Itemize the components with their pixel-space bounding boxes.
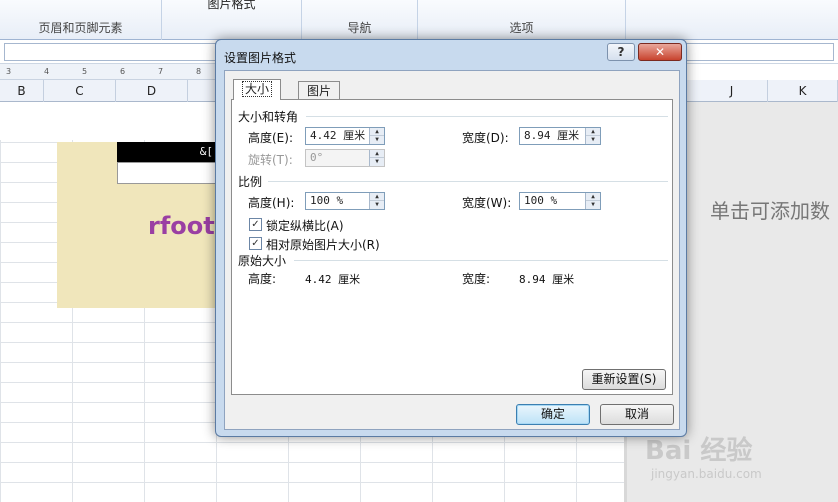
scale-height-value: 100 % [310,194,344,207]
height-label: 高度(E): [248,131,293,145]
separator [268,181,668,182]
watermark-url: jingyan.baidu.com [651,467,762,481]
ruler-tick: 6 [120,67,126,76]
header-edit-box[interactable] [117,162,217,184]
height-spinner[interactable]: 4.42 厘米 ▲ ▼ [305,127,385,145]
spinner-buttons: ▲ ▼ [369,150,384,166]
rotation-spinner: 0° ▲ ▼ [305,149,385,167]
spin-up-icon: ▲ [370,150,384,158]
cancel-button[interactable]: 取消 [600,404,674,425]
ruler-tick: 8 [196,67,202,76]
column-header-k[interactable]: K [768,80,838,102]
ok-button[interactable]: 确定 [516,404,590,425]
scale-width-label: 宽度(W): [462,196,512,210]
reset-button[interactable]: 重新设置(S) [582,369,666,390]
format-picture-dialog: 设置图片格式 ? ✕ 大小 图片 大小和转角 高度(E): 4.42 厘米 ▲ ▼… [215,39,687,437]
separator [294,260,668,261]
scale-width-spinner[interactable]: 100 % ▲ ▼ [519,192,601,210]
original-width-value: 8.94 厘米 [519,273,575,286]
rotation-label: 旋转(T): [248,153,293,167]
column-header-c[interactable]: C [44,80,116,102]
ruler: 3 4 5 6 7 8 [0,64,215,80]
original-height-value: 4.42 厘米 [305,273,361,286]
spin-down-icon[interactable]: ▼ [586,201,600,209]
ribbon-group-label: 选项 [509,21,534,35]
section-heading-original: 原始大小 [238,254,287,268]
rotation-value: 0° [310,151,324,164]
tab-panel-size: 大小和转角 高度(E): 4.42 厘米 ▲ ▼ 宽度(D): 8.94 厘米 ▲… [231,99,673,395]
spin-up-icon[interactable]: ▲ [370,128,384,136]
close-button[interactable]: ✕ [638,43,682,61]
original-height-label: 高度: [248,272,277,286]
column-header-j[interactable]: J [696,80,768,102]
separator [306,116,668,117]
spin-up-icon[interactable]: ▲ [586,128,600,136]
dialog-body: 大小 图片 大小和转角 高度(E): 4.42 厘米 ▲ ▼ 宽度(D): 8.9… [224,70,680,430]
column-header-b[interactable]: B [0,80,44,102]
original-width-label: 宽度: [462,272,491,286]
tab-size-label: 大小 [242,81,273,97]
spinner-buttons[interactable]: ▲ ▼ [369,128,384,144]
ruler-tick: 7 [158,67,164,76]
width-label: 宽度(D): [462,131,509,145]
spinner-buttons[interactable]: ▲ ▼ [369,193,384,209]
baidu-watermark: Bai 经验 jingyan.baidu.com [645,430,762,481]
spin-down-icon[interactable]: ▼ [586,136,600,144]
ribbon-group-options: 选项 [418,0,626,40]
dialog-title: 设置图片格式 [224,51,297,65]
ribbon-group-label: 导航 [347,21,372,35]
relative-to-original-checkbox[interactable]: ✓ [249,237,262,250]
help-button[interactable]: ? [607,43,635,61]
spin-down-icon[interactable]: ▼ [370,201,384,209]
ruler-tick: 4 [44,67,50,76]
width-value: 8.94 厘米 [524,129,580,142]
ribbon: 页眉和页脚元素 图片格式 导航 选项 [0,0,838,40]
spin-up-icon[interactable]: ▲ [586,193,600,201]
scale-width-value: 100 % [524,194,558,207]
section-heading-size-rotate: 大小和转角 [238,110,299,124]
height-value: 4.42 厘米 [310,129,366,142]
lock-aspect-ratio-label[interactable]: 锁定纵横比(A) [266,217,344,234]
section-heading-scale: 比例 [238,175,263,189]
ruler-tick: 3 [6,67,12,76]
ribbon-group-header-footer: 页眉和页脚元素 [0,0,162,40]
header-field-code[interactable]: &[ [117,142,217,162]
spinner-buttons[interactable]: ▲ ▼ [585,193,600,209]
column-header-d[interactable]: D [116,80,188,102]
tab-size[interactable]: 大小 [233,79,282,100]
tab-picture[interactable]: 图片 [298,81,341,100]
relative-to-original-label[interactable]: 相对原始图片大小(R) [266,236,380,253]
ruler-tick: 5 [82,67,88,76]
ribbon-picture-format-label[interactable]: 图片格式 [162,0,301,12]
scale-height-spinner[interactable]: 100 % ▲ ▼ [305,192,385,210]
header-picture-text: rfoot [148,212,215,240]
spin-down-icon[interactable]: ▼ [370,136,384,144]
spinner-buttons[interactable]: ▲ ▼ [585,128,600,144]
ribbon-group-picture-format[interactable]: 图片格式 [162,0,302,40]
click-to-add-data-hint[interactable]: 单击可添加数 [710,195,830,224]
spin-down-icon: ▼ [370,158,384,166]
ribbon-group-label: 页眉和页脚元素 [38,21,123,35]
spin-up-icon[interactable]: ▲ [370,193,384,201]
lock-aspect-ratio-checkbox[interactable]: ✓ [249,218,262,231]
ribbon-group-navigation: 导航 [302,0,418,40]
width-spinner[interactable]: 8.94 厘米 ▲ ▼ [519,127,601,145]
scale-height-label: 高度(H): [248,196,295,210]
